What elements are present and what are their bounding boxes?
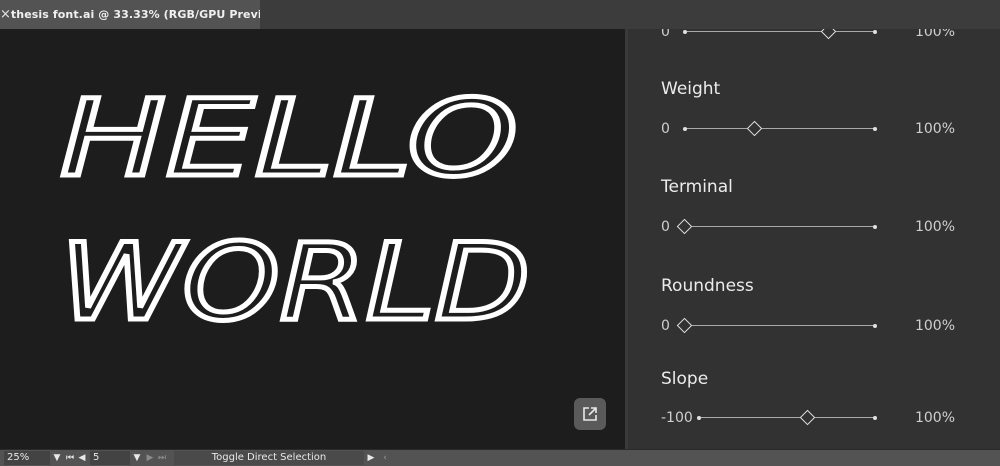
first-page-icon[interactable]: ⏮ <box>64 453 76 463</box>
variable-font-panel: 0 100% Weight 0 100% Terminal 0 100% Rou… <box>628 29 1000 449</box>
artboard-canvas[interactable]: HELLO WORLD <box>0 29 625 449</box>
export-button[interactable] <box>574 398 606 430</box>
slope-slider-track[interactable] <box>698 417 874 418</box>
roundness-slider-thumb[interactable] <box>676 317 693 334</box>
next-page-icon[interactable]: ▶ <box>144 453 156 463</box>
slider-end-dot <box>873 30 877 34</box>
terminal-end-dot <box>873 225 877 229</box>
artwork-line-hello[interactable]: HELLO <box>58 75 521 203</box>
slope-start-dot <box>697 416 701 420</box>
weight-slider-track[interactable] <box>684 128 874 129</box>
tab-bar-empty-area <box>260 0 1000 29</box>
terminal-slider-track[interactable] <box>684 226 874 227</box>
zoom-level-field[interactable]: 25% <box>4 451 50 465</box>
weight-slider-thumb[interactable] <box>747 120 763 137</box>
slope-end-dot <box>873 416 877 420</box>
slider-top[interactable]: 0 100% <box>661 29 981 42</box>
play-icon[interactable]: ▶ <box>364 453 378 463</box>
terminal-slider[interactable]: 0 100% <box>661 217 981 237</box>
zoom-dropdown-chevron-down-icon[interactable]: ▼ <box>50 453 64 463</box>
slope-label: Slope <box>661 369 709 389</box>
status-bar: 25% ▼ ⏮ ◀ 5 ▼ ▶ ⏭ Toggle Direct Selectio… <box>0 449 1000 466</box>
weight-start-dot <box>683 127 687 131</box>
slope-min-value: -100 <box>661 410 693 426</box>
page-number-field[interactable]: 5 <box>90 451 130 465</box>
document-tab[interactable]: × thesis font.ai @ 33.33% (RGB/GPU Previ… <box>0 0 285 29</box>
close-tab-icon[interactable]: × <box>0 7 11 22</box>
roundness-slider[interactable]: 0 100% <box>661 316 981 336</box>
roundness-label: Roundness <box>661 276 754 296</box>
page-dropdown-chevron-down-icon[interactable]: ▼ <box>130 453 144 463</box>
slider-min-value: 0 <box>661 29 670 40</box>
export-icon <box>583 407 597 421</box>
last-page-icon[interactable]: ⏭ <box>156 453 168 463</box>
status-text: Toggle Direct Selection <box>174 451 364 465</box>
prev-page-icon[interactable]: ◀ <box>76 453 88 463</box>
slope-slider-thumb[interactable] <box>799 409 816 426</box>
artwork-line-world[interactable]: WORLD <box>58 219 533 347</box>
weight-end-dot <box>873 127 877 131</box>
document-tab-title: thesis font.ai @ 33.33% (RGB/GPU Preview… <box>10 8 285 21</box>
slider-thumb[interactable] <box>821 29 837 40</box>
roundness-slider-track[interactable] <box>684 325 874 326</box>
artwork-text[interactable]: HELLO WORLD <box>0 29 625 449</box>
weight-label: Weight <box>661 79 721 99</box>
roundness-end-dot <box>873 324 877 328</box>
weight-min-value: 0 <box>661 121 670 137</box>
roundness-min-value: 0 <box>661 318 670 334</box>
terminal-label: Terminal <box>661 177 733 197</box>
terminal-max-value: 100% <box>914 219 955 235</box>
slope-slider[interactable]: -100 100% <box>661 408 981 428</box>
slider-track[interactable] <box>684 31 874 32</box>
terminal-min-value: 0 <box>661 219 670 235</box>
weight-slider[interactable]: 0 100% <box>661 119 981 139</box>
roundness-max-value: 100% <box>914 318 955 334</box>
document-tab-bar: × thesis font.ai @ 33.33% (RGB/GPU Previ… <box>0 0 1000 30</box>
slider-max-value: 100% <box>914 29 955 40</box>
slider-start-dot <box>683 30 687 34</box>
terminal-slider-thumb[interactable] <box>676 218 693 235</box>
weight-max-value: 100% <box>914 121 955 137</box>
slope-max-value: 100% <box>914 410 955 426</box>
collapse-chevron-left-icon[interactable]: ‹ <box>378 453 392 463</box>
